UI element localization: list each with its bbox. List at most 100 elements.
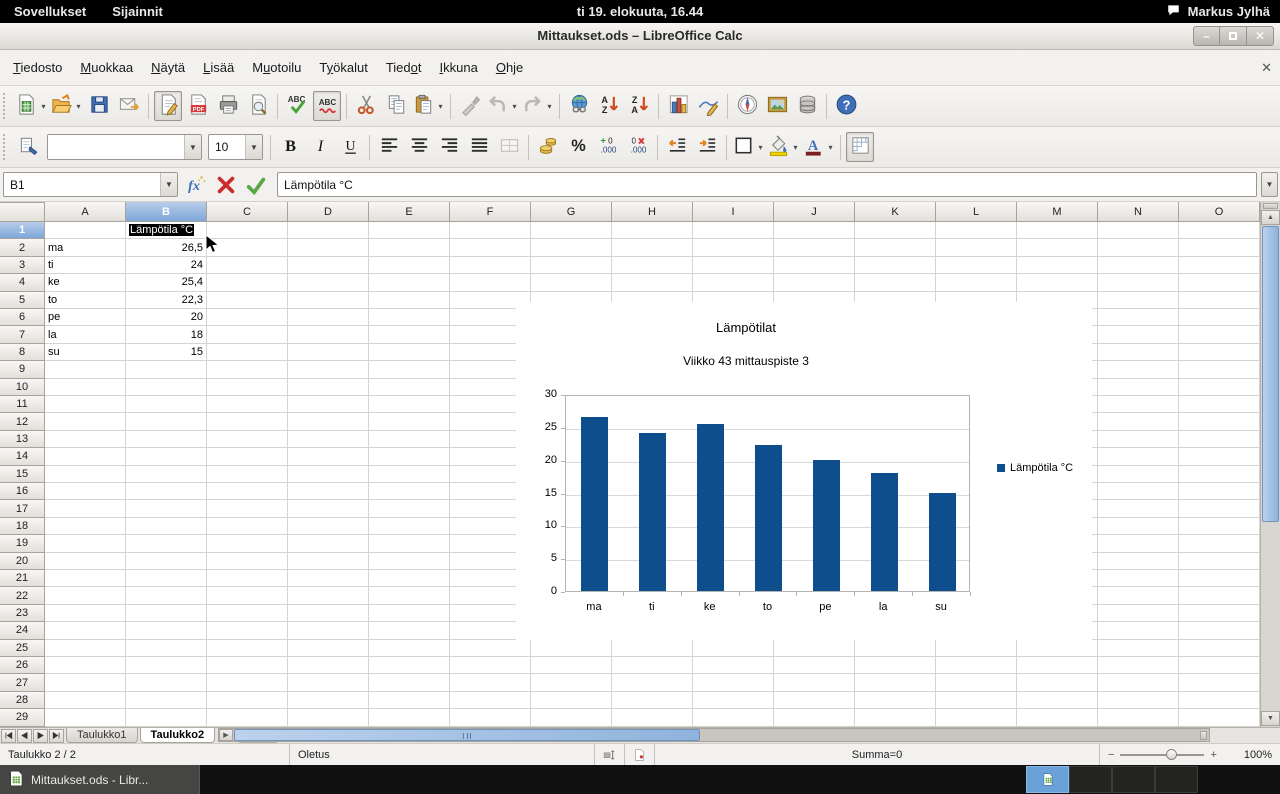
column-header-K[interactable]: K [855,202,936,222]
column-header-L[interactable]: L [936,202,1017,222]
cell-A17[interactable] [45,500,126,518]
cell-N10[interactable] [1098,378,1179,396]
font-size-combo[interactable]: 10 ▼ [208,134,263,160]
cell-E6[interactable] [369,309,450,327]
cell-N19[interactable] [1098,535,1179,553]
cell-M2[interactable] [1017,239,1098,257]
underline-button[interactable]: U [336,132,364,162]
merge-cells-button[interactable] [495,132,523,162]
cell-O11[interactable] [1179,396,1260,414]
cell-J28[interactable] [774,691,855,710]
cell-N13[interactable] [1098,430,1179,449]
cell-I28[interactable] [693,691,774,710]
zoom-percent[interactable]: 100% [1225,744,1280,765]
cell-K25[interactable] [855,639,936,657]
cell-D10[interactable] [288,378,369,396]
cell-M1[interactable] [1017,222,1098,240]
open-button[interactable]: ▾ [50,91,83,121]
cell-F26[interactable] [450,657,531,675]
row-header-25[interactable]: 25 [0,639,45,657]
add-decimal-button[interactable]: +0.000 [594,132,622,162]
cell-J26[interactable] [774,657,855,675]
cell-J4[interactable] [774,274,855,292]
align-right-button[interactable] [435,132,463,162]
menu-nyt[interactable]: Näytä [142,56,194,79]
cell-O10[interactable] [1179,378,1260,396]
row-header-14[interactable]: 14 [0,448,45,466]
row-header-22[interactable]: 22 [0,587,45,605]
zoom-slider[interactable]: − + [1100,744,1225,765]
workspace-2[interactable] [1069,766,1112,793]
scroll-down-icon[interactable]: ▼ [1261,711,1280,726]
cell-B16[interactable] [126,483,207,501]
expand-formula-bar-button[interactable]: ▼ [1261,172,1278,197]
row-header-2[interactable]: 2 [0,239,45,257]
accept-button[interactable] [241,171,271,199]
cell-O6[interactable] [1179,309,1260,327]
cell-N3[interactable] [1098,256,1179,275]
cell-E20[interactable] [369,552,450,570]
cell-C20[interactable] [207,552,288,570]
cell-B29[interactable] [126,709,207,727]
select-all-corner[interactable] [0,202,45,222]
cell-D15[interactable] [288,465,369,483]
cell-G29[interactable] [531,709,612,727]
sort-ascending-button[interactable]: AZ [595,91,623,121]
cell-M29[interactable] [1017,709,1098,727]
column-header-M[interactable]: M [1017,202,1098,222]
clone-formatting-button[interactable] [456,91,484,121]
cell-B12[interactable] [126,413,207,431]
cell-A28[interactable] [45,691,126,710]
cell-C4[interactable] [207,274,288,292]
cell-C25[interactable] [207,639,288,657]
cell-H3[interactable] [612,256,693,275]
cell-D12[interactable] [288,413,369,431]
cell-C10[interactable] [207,378,288,396]
italic-button[interactable]: I [306,132,334,162]
cell-N6[interactable] [1098,309,1179,327]
cell-E29[interactable] [369,709,450,727]
cell-A22[interactable] [45,587,126,605]
cell-C27[interactable] [207,674,288,692]
row-header-23[interactable]: 23 [0,604,45,623]
cell-B21[interactable] [126,570,207,588]
cell-A18[interactable] [45,517,126,536]
sheet-tab-taulukko2[interactable]: Taulukko2 [139,728,216,743]
cell-B4[interactable]: 25,4 [126,274,207,292]
cell-A10[interactable] [45,378,126,396]
font-size-combo-dropdown-icon[interactable]: ▼ [245,135,262,159]
cell-C15[interactable] [207,465,288,483]
cell-L2[interactable] [936,239,1017,257]
cell-D23[interactable] [288,604,369,623]
cell-B1[interactable]: Lämpötila °C [126,222,207,240]
cell-J1[interactable] [774,222,855,240]
cell-O4[interactable] [1179,274,1260,292]
freeze-panes-button[interactable] [846,132,874,162]
help-button[interactable]: ? [832,91,860,121]
menu-ohje[interactable]: Ohje [487,56,532,79]
document-modified-icon[interactable] [625,744,655,765]
cell-B13[interactable] [126,430,207,449]
row-header-10[interactable]: 10 [0,378,45,396]
cell-I1[interactable] [693,222,774,240]
cell-C12[interactable] [207,413,288,431]
menu-tiedot[interactable]: Tiedot [377,56,431,79]
open-button-dropdown-icon[interactable]: ▾ [74,102,83,111]
cell-O19[interactable] [1179,535,1260,553]
horizontal-scrollbar[interactable]: ◀ ▶ [218,728,1210,742]
sort-descending-button[interactable]: ZA [625,91,653,121]
cell-G27[interactable] [531,674,612,692]
cell-I29[interactable] [693,709,774,727]
cell-K3[interactable] [855,256,936,275]
cell-O16[interactable] [1179,483,1260,501]
row-header-17[interactable]: 17 [0,500,45,518]
cell-C29[interactable] [207,709,288,727]
cell-G3[interactable] [531,256,612,275]
auto-spellcheck-button[interactable]: ABC [313,91,341,121]
selection-mode-icon[interactable] [595,744,625,765]
cell-M28[interactable] [1017,691,1098,710]
cell-N7[interactable] [1098,326,1179,344]
cell-C19[interactable] [207,535,288,553]
undo-button[interactable]: ▾ [486,91,519,121]
cell-I27[interactable] [693,674,774,692]
